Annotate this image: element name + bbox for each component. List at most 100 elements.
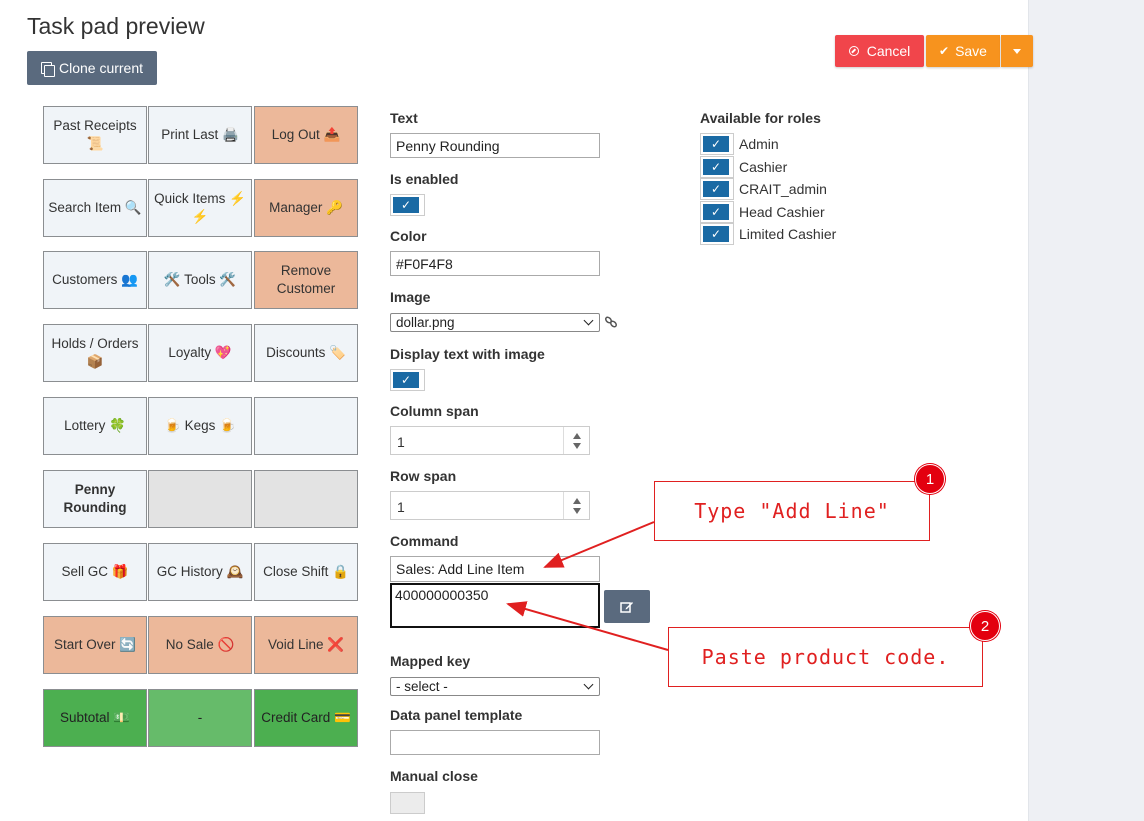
save-options-dropdown[interactable] <box>1001 35 1033 67</box>
image-select[interactable]: dollar.png <box>390 313 600 332</box>
task-tile[interactable]: Sell GC 🎁 <box>43 543 147 601</box>
command-label: Command <box>390 533 459 549</box>
role-checkbox[interactable]: ✓ <box>700 133 734 155</box>
text-label: Text <box>390 110 418 126</box>
arrow-up-icon[interactable] <box>573 498 581 504</box>
task-tile-label: Customers 👥 <box>52 272 138 287</box>
task-tile-label: Discounts 🏷️ <box>266 345 346 360</box>
role-checkbox[interactable]: ✓ <box>700 223 734 245</box>
image-label: Image <box>390 289 431 305</box>
task-tile-label: - <box>197 710 203 725</box>
row-span-value: 1 <box>397 499 405 515</box>
data-panel-template-label: Data panel template <box>390 707 523 723</box>
task-tile[interactable]: Search Item 🔍 <box>43 179 147 237</box>
mapped-key-select[interactable]: - select - <box>390 677 600 696</box>
roles-title: Available for roles <box>700 110 821 126</box>
task-tile[interactable]: - <box>148 689 252 747</box>
row-span-label: Row span <box>390 468 457 484</box>
color-label: Color <box>390 228 427 244</box>
row-span-input[interactable]: 1 <box>390 491 590 520</box>
role-item: ✓ CRAIT_admin <box>700 178 827 200</box>
cancel-label: Cancel <box>866 43 911 59</box>
task-tile[interactable] <box>148 470 252 528</box>
link-icon[interactable] <box>604 315 618 329</box>
manual-close-toggle[interactable] <box>390 792 425 814</box>
task-tile[interactable]: Start Over 🔄 <box>43 616 147 674</box>
task-tile[interactable]: 🍺 Kegs 🍺 <box>148 397 252 455</box>
text-input[interactable]: Penny Rounding <box>390 133 600 158</box>
copy-icon <box>40 61 55 77</box>
role-item: ✓ Limited Cashier <box>700 223 836 245</box>
role-checkbox[interactable]: ✓ <box>700 178 734 200</box>
task-tile[interactable]: Past Receipts 📜 <box>43 106 147 164</box>
role-item: ✓ Admin <box>700 133 779 155</box>
task-tile[interactable] <box>254 397 358 455</box>
is-enabled-label: Is enabled <box>390 171 459 187</box>
annotation-badge-1: 1 <box>915 464 945 494</box>
save-button[interactable]: ✔ Save <box>926 35 1000 67</box>
arrow-down-icon[interactable] <box>573 508 581 514</box>
role-checkbox[interactable]: ✓ <box>700 200 734 223</box>
annotation-callout-1: Type "Add Line" <box>654 481 930 541</box>
task-tile[interactable] <box>254 470 358 528</box>
task-tile[interactable]: Customers 👥 <box>43 251 147 309</box>
data-panel-template-input[interactable] <box>390 730 600 755</box>
task-tile[interactable]: Remove Customer <box>254 251 358 309</box>
task-tile[interactable]: Discounts 🏷️ <box>254 324 358 382</box>
spinner-arrows[interactable] <box>563 492 589 519</box>
task-tile[interactable]: No Sale 🚫 <box>148 616 252 674</box>
task-tile-label: Void Line ❌ <box>267 637 345 652</box>
task-tile-label: Subtotal 💵 <box>59 710 131 725</box>
task-tile[interactable]: Loyalty 💖 <box>148 324 252 382</box>
save-label: Save <box>955 43 987 59</box>
arrow-up-icon[interactable] <box>573 433 581 439</box>
command-argument-textarea[interactable]: 400000000350 <box>390 583 600 628</box>
clone-current-label: Clone current <box>58 60 144 76</box>
task-tile[interactable]: Penny Rounding <box>43 470 147 528</box>
annotation-badge-2: 2 <box>970 611 1000 641</box>
annotation-callout-2: Paste product code. <box>668 627 983 687</box>
task-tile[interactable]: Close Shift 🔒 <box>254 543 358 601</box>
role-label: CRAIT_admin <box>739 181 827 197</box>
color-input[interactable]: #F0F4F8 <box>390 251 600 276</box>
task-tile[interactable]: Void Line ❌ <box>254 616 358 674</box>
task-tile[interactable]: 🛠️ Tools 🛠️ <box>148 251 252 309</box>
chevron-down-icon <box>583 679 594 690</box>
task-tile-label: Close Shift 🔒 <box>263 564 349 579</box>
task-tile-label: Search Item 🔍 <box>48 200 142 215</box>
manual-close-label: Manual close <box>390 768 478 784</box>
task-tile[interactable]: Credit Card 💳 <box>254 689 358 747</box>
task-tile[interactable]: Log Out 📤 <box>254 106 358 164</box>
display-text-toggle[interactable]: ✓ <box>390 369 425 391</box>
task-tile[interactable]: Lottery 🍀 <box>43 397 147 455</box>
task-tile[interactable]: Subtotal 💵 <box>43 689 147 747</box>
role-item: ✓ Head Cashier <box>700 200 825 223</box>
role-label: Admin <box>739 136 779 152</box>
task-tile-label: GC History 🕰️ <box>156 564 244 579</box>
task-tile-label: Print Last 🖨️ <box>161 127 239 142</box>
check-icon: ✓ <box>703 136 729 152</box>
task-tile-label: Penny Rounding <box>63 482 127 515</box>
task-tile[interactable]: GC History 🕰️ <box>148 543 252 601</box>
task-tile[interactable]: Manager 🔑 <box>254 179 358 237</box>
column-span-input[interactable]: 1 <box>390 426 590 455</box>
column-span-label: Column span <box>390 403 479 419</box>
clone-current-button[interactable]: Clone current <box>27 51 157 85</box>
edit-command-button[interactable] <box>604 590 650 623</box>
column-span-value: 1 <box>397 434 405 450</box>
command-input[interactable]: Sales: Add Line Item <box>390 556 600 582</box>
is-enabled-toggle[interactable]: ✓ <box>390 194 425 216</box>
task-tile[interactable]: Quick Items ⚡ ⚡ <box>148 179 252 237</box>
task-tile[interactable]: Print Last 🖨️ <box>148 106 252 164</box>
check-icon: ✓ <box>703 158 729 175</box>
role-checkbox[interactable]: ✓ <box>700 155 734 178</box>
spinner-arrows[interactable] <box>563 427 589 454</box>
image-select-value: dollar.png <box>396 315 455 330</box>
arrow-down-icon[interactable] <box>573 443 581 449</box>
task-tile[interactable]: Holds / Orders 📦 <box>43 324 147 382</box>
mapped-key-label: Mapped key <box>390 653 471 669</box>
cancel-button[interactable]: Cancel <box>835 35 924 67</box>
ban-icon <box>848 46 859 56</box>
role-label: Cashier <box>739 158 788 175</box>
edit-icon <box>620 601 633 613</box>
